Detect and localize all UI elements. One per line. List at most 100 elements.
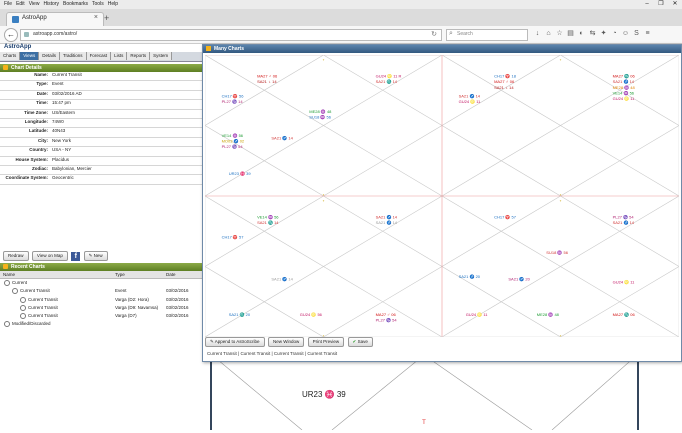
hamburger-menu-icon[interactable]: ≡ [642, 28, 653, 40]
house-marker-icon: ∘ [322, 198, 325, 203]
tree-node-icon[interactable] [20, 304, 26, 311]
details-table: Name: Current Transit Type: Event Date: 03/02… [0, 72, 205, 185]
close-tab-icon[interactable]: × [94, 14, 98, 21]
planet-label: ME28 ♒ 48 [309, 109, 332, 114]
detail-value: Current Transit [52, 72, 82, 77]
facebook-icon[interactable]: f [71, 251, 81, 261]
background-chart: T UR23 ♓ 39 [210, 354, 639, 431]
tab-forecast[interactable]: Forecast [86, 52, 112, 60]
append-to-astroscribe-button[interactable]: ✎ Append to AstroScribe [205, 337, 265, 347]
download-icon[interactable]: ↓ [532, 28, 543, 40]
planet-label: GU24 ♌ 11 R [376, 74, 402, 79]
tree-node-icon[interactable] [20, 313, 26, 320]
favicon-icon [12, 16, 19, 23]
detail-row: Date: 03/02/2016 AD [0, 91, 205, 101]
menu-item-bookmarks[interactable]: Bookmarks [63, 0, 88, 9]
column-type[interactable]: Type [115, 272, 125, 277]
many-charts-dialog: Many Charts MA27 ♂ 06 SA21 ♄ 14 CH17 ♈ 56 P… [202, 44, 682, 362]
tab-views[interactable]: Views [20, 52, 40, 60]
detail-key: Time: [36, 100, 48, 106]
list-item[interactable]: Current [0, 279, 205, 287]
maximize-button[interactable]: ❐ [654, 0, 668, 9]
sync-icon[interactable]: ⇆ [587, 28, 598, 40]
list-item-date: 03/02/2016 [166, 313, 189, 319]
planet-label: MA27 ♏ 06 [613, 74, 636, 79]
minimize-button[interactable]: – [640, 0, 654, 9]
chart-link[interactable]: Current Transit [307, 351, 337, 356]
menu-item-help[interactable]: Help [108, 0, 118, 9]
browser-tab[interactable]: AstroApp × [6, 12, 104, 27]
redraw-button[interactable]: Redraw [3, 251, 29, 261]
new-button[interactable]: ✎ New [83, 251, 108, 261]
search-icon: ⌕ [449, 30, 453, 37]
list-item[interactable]: Modified/Discarded [0, 320, 205, 328]
tab-charts[interactable]: Charts [0, 52, 21, 60]
list-item[interactable]: Current Transit Varga (D9: Navamsa) 03/02/… [0, 304, 205, 312]
chart-link[interactable]: Current Transit [274, 351, 304, 356]
column-date[interactable]: Date [166, 272, 176, 277]
detail-row: Coordinate System: Geocentric [0, 175, 205, 185]
column-name[interactable]: Name [3, 272, 15, 277]
pocket-icon[interactable]: ◐ [576, 28, 587, 40]
list-item-name: Modified/Discarded [4, 321, 51, 328]
detail-value: Babylonian, Mercier [52, 165, 92, 171]
menu-item-tools[interactable]: Tools [92, 0, 104, 9]
back-button[interactable]: ← [4, 28, 18, 42]
detail-key: Country: [29, 147, 48, 153]
print-preview-button[interactable]: Print Preview [307, 337, 345, 347]
list-item-name: Current Transit [20, 304, 58, 311]
new-tab-button[interactable]: + [104, 13, 109, 23]
address-bar[interactable]: astroapp.com/astro/ ↻ [20, 29, 442, 41]
chart-link[interactable]: Current Transit [207, 351, 237, 356]
detail-key: Name: [34, 72, 48, 77]
search-input[interactable]: ⌕ Search [446, 29, 528, 41]
planet-label: SA21 ♐ 14 [271, 136, 293, 141]
tab-details[interactable]: Details [39, 52, 60, 60]
detail-row: Zodiac: Babylonian, Mercier [0, 165, 205, 176]
list-item-name: Current Transit [20, 296, 58, 303]
menu-item-file[interactable]: File [4, 0, 12, 9]
extension-icon[interactable]: ✦ [598, 28, 609, 40]
menu-item-edit[interactable]: Edit [16, 0, 25, 9]
url-text: astroapp.com/astro/ [33, 31, 78, 37]
translate-icon[interactable]: ◔ [609, 28, 620, 40]
tab-traditions[interactable]: Traditions [59, 52, 87, 60]
planet-label: SA21 ♐ 20 [459, 274, 481, 279]
home-icon[interactable]: ⌂ [543, 28, 554, 40]
list-item[interactable]: Current Transit Event 03/02/2016 [0, 287, 205, 295]
close-window-button[interactable]: ✕ [668, 0, 682, 9]
list-item-type: Varga (D2: Hora) [115, 296, 149, 302]
bookmark-star-icon[interactable]: ☆ [554, 28, 565, 40]
planet-label: SA21 ♐ 14 [613, 220, 635, 225]
planet-label: CH17 ♈ 57 [494, 215, 517, 220]
menu-bar: File Edit View History Bookmarks Tools Help [0, 0, 682, 9]
chat-icon[interactable]: ☺ [620, 28, 631, 40]
house-marker-icon: ∘ [322, 192, 325, 197]
background-chart-label: UR23 ♓ 39 [302, 390, 346, 399]
save-button[interactable]: ✔ Save [347, 337, 373, 347]
menu-item-history[interactable]: History [43, 0, 59, 9]
planet-label: SA21 ♏ 20 [229, 312, 251, 317]
tree-node-icon[interactable] [4, 280, 10, 286]
detail-row: Latitude: 40N43 [0, 128, 205, 138]
menu-item-view[interactable]: View [29, 0, 40, 9]
new-window-button[interactable]: New Window [267, 337, 305, 347]
list-item[interactable]: Current Transit Varga (D2: Hora) 03/02/201… [0, 296, 205, 304]
tree-node-icon[interactable] [20, 296, 26, 303]
tab-reports[interactable]: Reports [127, 52, 151, 60]
chart-link[interactable]: Current Transit [240, 351, 270, 356]
site-info-icon[interactable] [24, 32, 29, 37]
reload-icon[interactable]: ↻ [431, 30, 437, 38]
view-on-map-button[interactable]: View on Map [31, 251, 68, 261]
tab-lists[interactable]: Lists [111, 52, 128, 60]
list-item[interactable]: Current Transit Varga (D7) 03/02/2016 [0, 312, 205, 320]
tree-node-icon[interactable] [4, 321, 10, 328]
tab-system[interactable]: System [150, 52, 173, 60]
skype-icon[interactable]: S [631, 28, 642, 40]
list-item-name: Current Transit [12, 288, 50, 295]
detail-value: Placidus [52, 156, 70, 162]
detail-value: 15:47 pm [52, 100, 71, 106]
expand-toggle-icon[interactable] [12, 288, 18, 295]
many-charts-header[interactable]: Many Charts [203, 45, 681, 53]
library-icon[interactable]: ▤ [565, 28, 576, 40]
